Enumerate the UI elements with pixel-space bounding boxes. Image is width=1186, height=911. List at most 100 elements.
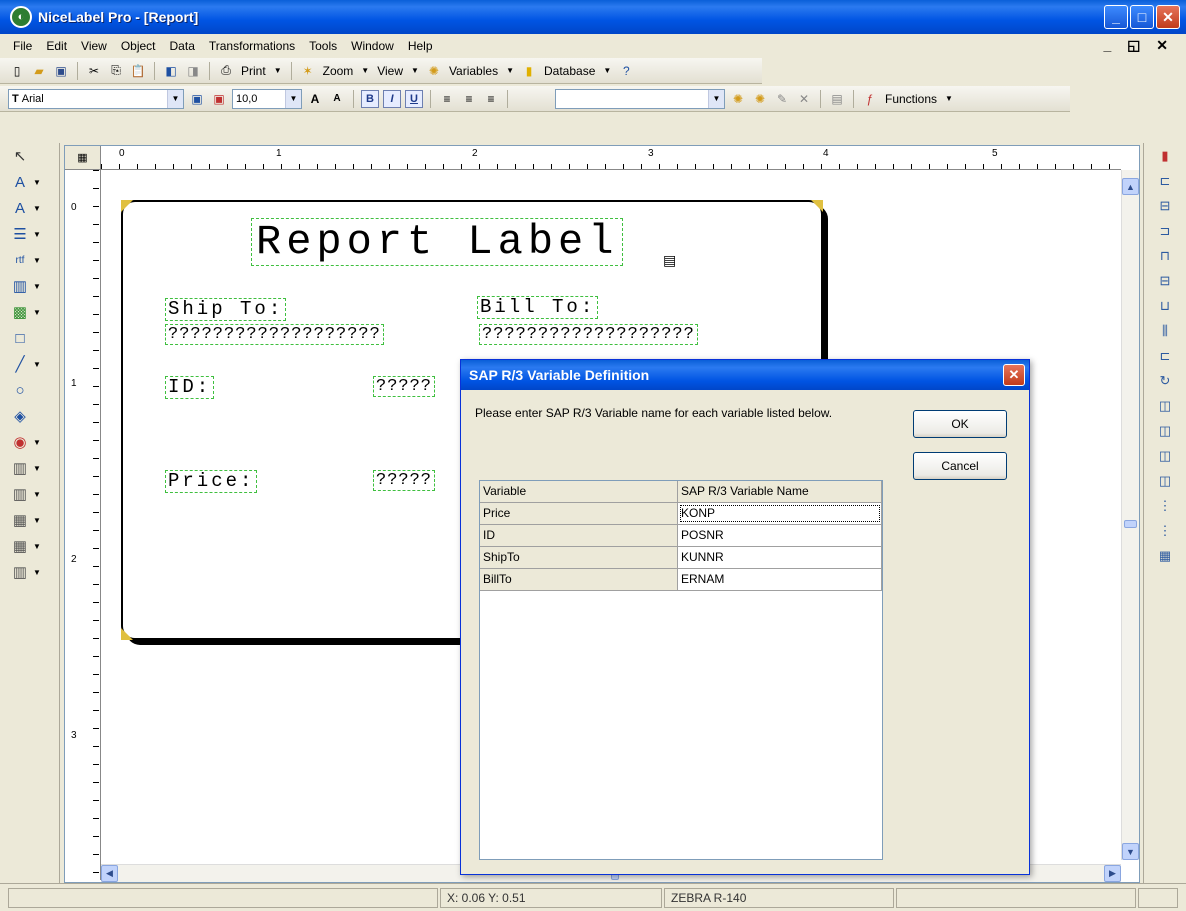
chevron-down-icon[interactable]: ▼ xyxy=(33,464,41,473)
ellipse-icon[interactable]: ○ xyxy=(10,380,30,400)
ungroup-icon[interactable]: ⋮ xyxy=(1144,518,1186,543)
minimize-button[interactable]: _ xyxy=(1104,5,1128,29)
chevron-down-icon[interactable]: ▼ xyxy=(708,89,724,108)
space-vertical-icon[interactable]: ⊏ xyxy=(1144,343,1186,368)
menu-file[interactable]: File xyxy=(6,39,39,53)
functions-dropdown-icon[interactable]: ▼ xyxy=(943,94,955,103)
chevron-down-icon[interactable]: ▼ xyxy=(33,308,41,317)
store-icon[interactable]: ◧ xyxy=(162,62,180,80)
cut-icon[interactable]: ✂ xyxy=(85,62,103,80)
grid-settings-icon[interactable]: ▦ xyxy=(1144,543,1186,568)
zoom-icon[interactable]: ✶ xyxy=(299,62,317,80)
rotate-icon[interactable]: ↻ xyxy=(1144,368,1186,393)
chevron-down-icon[interactable]: ▼ xyxy=(33,282,41,291)
maximize-button[interactable]: □ xyxy=(1130,5,1154,29)
line-icon[interactable]: ╱ xyxy=(10,354,30,374)
chevron-down-icon[interactable]: ▼ xyxy=(33,490,41,499)
chevron-down-icon[interactable]: ▼ xyxy=(33,568,41,577)
font-type-icon[interactable]: ▣ xyxy=(188,90,206,108)
align-horizontal-centers-icon[interactable]: ⊟ xyxy=(1144,193,1186,218)
font-name-combo[interactable]: T Arial ▼ xyxy=(8,88,184,109)
view-button[interactable]: View xyxy=(375,64,405,78)
delete-variable-icon[interactable]: ✕ xyxy=(795,90,813,108)
align-top-edges-icon[interactable]: ⊓ xyxy=(1144,243,1186,268)
sap-name-cell[interactable]: KONP xyxy=(678,503,882,524)
paste-icon[interactable]: 📋 xyxy=(129,62,147,80)
barcode-code128-icon[interactable]: ▥ xyxy=(10,484,30,504)
functions-icon[interactable]: ƒ xyxy=(861,90,879,108)
menu-transformations[interactable]: Transformations xyxy=(202,39,302,53)
ship-to-variable[interactable]: ??????????????????? xyxy=(165,324,384,345)
ok-button[interactable]: OK xyxy=(913,410,1007,438)
printer-icon[interactable]: ⎙ xyxy=(217,62,235,80)
bill-to-label[interactable]: Bill To: xyxy=(477,296,599,319)
bring-to-front-icon[interactable]: ◫ xyxy=(1144,418,1186,443)
rtf-icon[interactable]: rtf xyxy=(10,250,30,270)
bring-forward-icon[interactable]: ◫ xyxy=(1144,393,1186,418)
zoom-button[interactable]: Zoom xyxy=(321,64,356,78)
barcode-pdf-icon[interactable]: ▦ xyxy=(10,536,30,556)
variables-icon[interactable]: ✺ xyxy=(425,62,443,80)
cancel-button[interactable]: Cancel xyxy=(913,452,1007,480)
menu-help[interactable]: Help xyxy=(401,39,440,53)
price-variable[interactable]: ????? xyxy=(373,470,436,491)
sap-name-cell[interactable]: KUNNR xyxy=(678,547,882,568)
menu-view[interactable]: View xyxy=(74,39,114,53)
database-access-icon[interactable]: ▤ xyxy=(828,90,846,108)
recall-icon[interactable]: ◨ xyxy=(184,62,202,80)
close-button[interactable]: ✕ xyxy=(1156,5,1180,29)
group-icon[interactable]: ⋮ xyxy=(1144,493,1186,518)
underline-icon[interactable]: U xyxy=(405,89,423,108)
align-left-edges-icon[interactable]: ⊏ xyxy=(1144,168,1186,193)
chevron-down-icon[interactable]: ▼ xyxy=(33,178,41,187)
inverse-icon[interactable]: ◈ xyxy=(10,406,30,426)
bill-to-variable[interactable]: ??????????????????? xyxy=(479,324,698,345)
align-right-icon[interactable]: ≡ xyxy=(482,90,500,108)
rectangle-icon[interactable]: □ xyxy=(10,328,30,348)
ruler-units-icon[interactable]: ▦ xyxy=(65,146,101,170)
menu-object[interactable]: Object xyxy=(114,39,163,53)
print-button[interactable]: Print xyxy=(239,64,268,78)
help-icon[interactable]: ? xyxy=(617,62,635,80)
new-document-icon[interactable]: ▯ xyxy=(8,62,26,80)
resize-grip-icon[interactable] xyxy=(1138,887,1178,908)
font-style-icon[interactable]: ▣ xyxy=(210,90,228,108)
menu-data[interactable]: Data xyxy=(163,39,202,53)
send-backward-icon[interactable]: ◫ xyxy=(1144,443,1186,468)
scroll-left-icon[interactable]: ◀ xyxy=(101,865,118,882)
id-label[interactable]: ID: xyxy=(165,376,215,399)
database-icon[interactable]: ▮ xyxy=(520,62,538,80)
database-dropdown-icon[interactable]: ▼ xyxy=(601,66,613,75)
scroll-down-icon[interactable]: ▼ xyxy=(1122,843,1139,860)
chevron-down-icon[interactable]: ▼ xyxy=(33,230,41,239)
report-label-title[interactable]: Report Label xyxy=(251,218,624,266)
align-vertical-centers-icon[interactable]: ⊟ xyxy=(1144,268,1186,293)
copy-icon[interactable]: ⎘ xyxy=(107,62,125,80)
italic-icon[interactable]: I xyxy=(383,89,401,108)
open-folder-icon[interactable]: ▰ xyxy=(30,62,48,80)
ship-to-label[interactable]: Ship To: xyxy=(165,298,287,321)
database-button[interactable]: Database xyxy=(542,64,597,78)
space-evenly-icon[interactable]: ⫼ xyxy=(1144,318,1186,343)
variables-button[interactable]: Variables xyxy=(447,64,500,78)
print-dropdown-icon[interactable]: ▼ xyxy=(272,66,284,75)
align-right-edges-icon[interactable]: ⊐ xyxy=(1144,218,1186,243)
barcode-ean-icon[interactable]: ▥ xyxy=(10,458,30,478)
align-bottom-edges-icon[interactable]: ⊔ xyxy=(1144,293,1186,318)
functions-button[interactable]: Functions xyxy=(883,92,939,106)
picture-icon[interactable]: ▩ xyxy=(10,302,30,322)
chevron-down-icon[interactable]: ▼ xyxy=(33,204,41,213)
send-to-back-icon[interactable]: ◫ xyxy=(1144,468,1186,493)
price-label[interactable]: Price: xyxy=(165,470,258,493)
edit-variable-icon[interactable]: ✎ xyxy=(773,90,791,108)
chevron-down-icon[interactable]: ▼ xyxy=(167,89,183,108)
sap-name-cell[interactable]: POSNR xyxy=(678,525,882,546)
color-bars-icon[interactable]: ▮ xyxy=(1144,143,1186,168)
vertical-scrollbar[interactable]: ▲ ▼ xyxy=(1121,170,1139,860)
chevron-down-icon[interactable]: ▼ xyxy=(33,542,41,551)
chevron-down-icon[interactable]: ▼ xyxy=(285,89,301,108)
menu-edit[interactable]: Edit xyxy=(39,39,74,53)
variable-wizard-icon[interactable]: ✺ xyxy=(751,90,769,108)
new-variable-icon[interactable]: ✺ xyxy=(729,90,747,108)
chevron-down-icon[interactable]: ▼ xyxy=(33,438,41,447)
